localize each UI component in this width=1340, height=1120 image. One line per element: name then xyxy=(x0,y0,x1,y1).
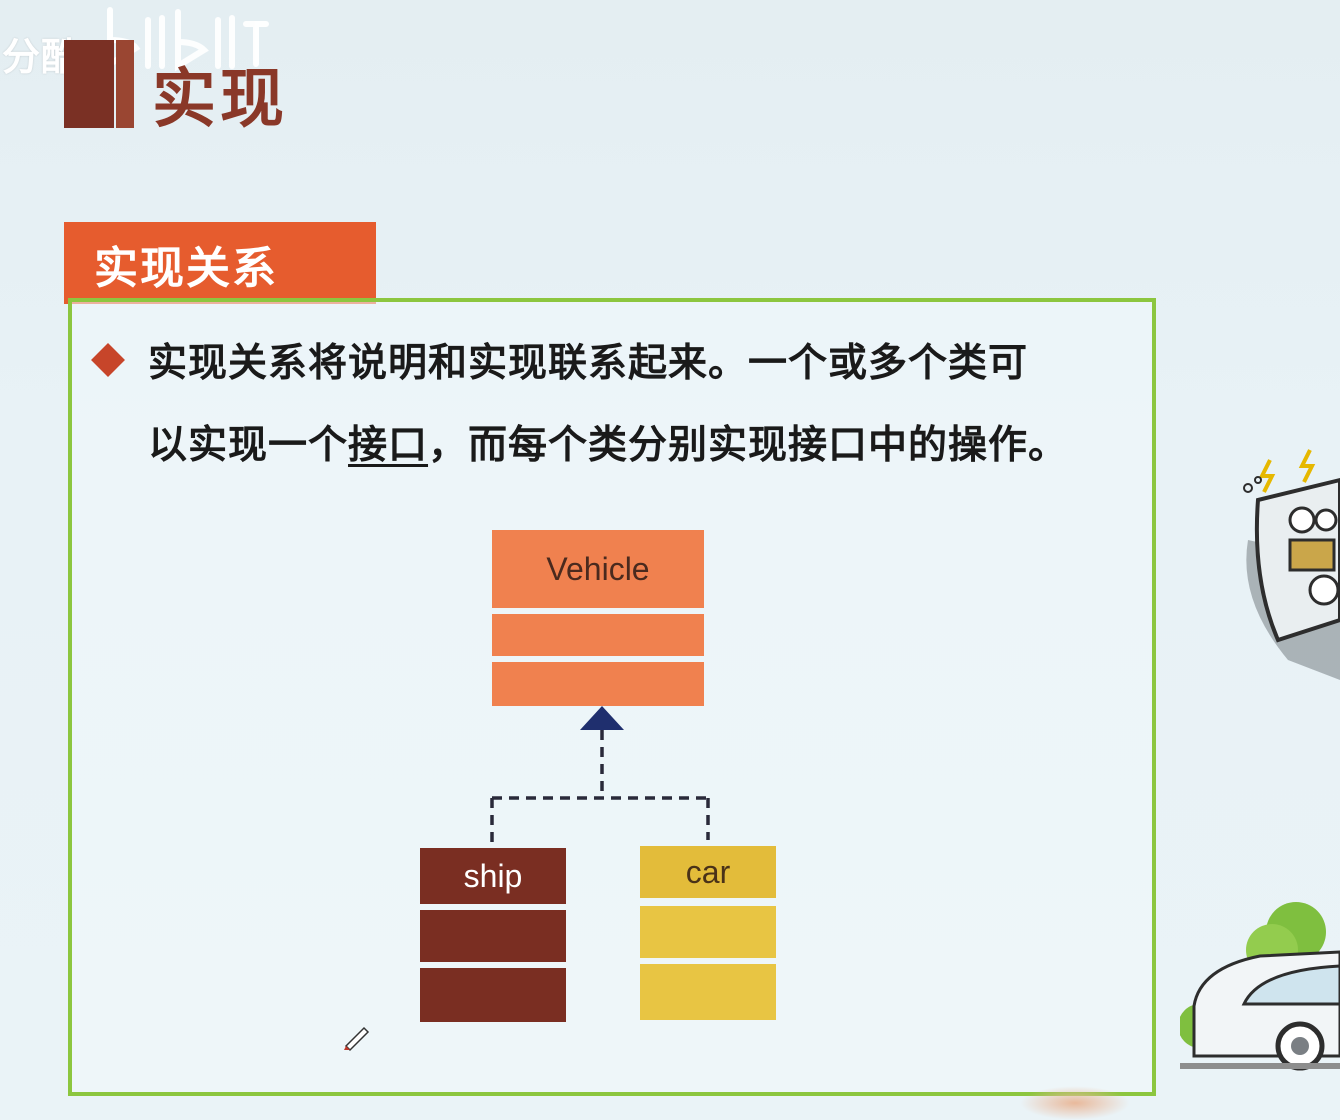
car-attributes xyxy=(640,906,776,958)
realization-arrowhead-icon xyxy=(580,706,624,730)
bullet-text-part: ，而每个类分别实现接口中的操作。 xyxy=(428,423,1069,468)
pen-cursor-icon xyxy=(344,1026,370,1052)
vehicle-attributes xyxy=(492,614,704,656)
ship-attributes xyxy=(420,910,566,962)
ship-class-name: ship xyxy=(420,848,566,904)
title-accent-bar-secondary xyxy=(116,40,134,128)
vehicle-name: Vehicle xyxy=(492,530,704,608)
title-accent-bar xyxy=(64,40,114,128)
realization-connector xyxy=(490,706,710,846)
car-tree-illustration-icon xyxy=(1180,902,1340,1071)
presenter-hand-blur xyxy=(1020,1086,1130,1120)
bullet-text-line-2: 以实现一个接口，而每个类分别实现接口中的操作。 xyxy=(148,414,1068,470)
section-tab-label: 实现关系 xyxy=(94,243,278,294)
car-class-box: car xyxy=(640,846,776,1020)
car-operations xyxy=(640,964,776,1020)
section-tab: 实现关系 xyxy=(64,222,376,304)
vehicle-interface-box: Vehicle xyxy=(492,530,704,706)
ship-operations xyxy=(420,968,566,1022)
car-class-name: car xyxy=(640,846,776,898)
engine-gauge-illustration-icon xyxy=(1243,449,1340,680)
page-title: 实现 xyxy=(152,63,288,137)
bullet-text-part: 以实现一个 xyxy=(148,423,349,468)
underlined-term: 接口 xyxy=(348,423,429,468)
bullet-text-line-1: 实现关系将说明和实现联系起来。一个或多个类可 xyxy=(148,341,1029,386)
ship-class-box: ship xyxy=(420,848,566,1022)
